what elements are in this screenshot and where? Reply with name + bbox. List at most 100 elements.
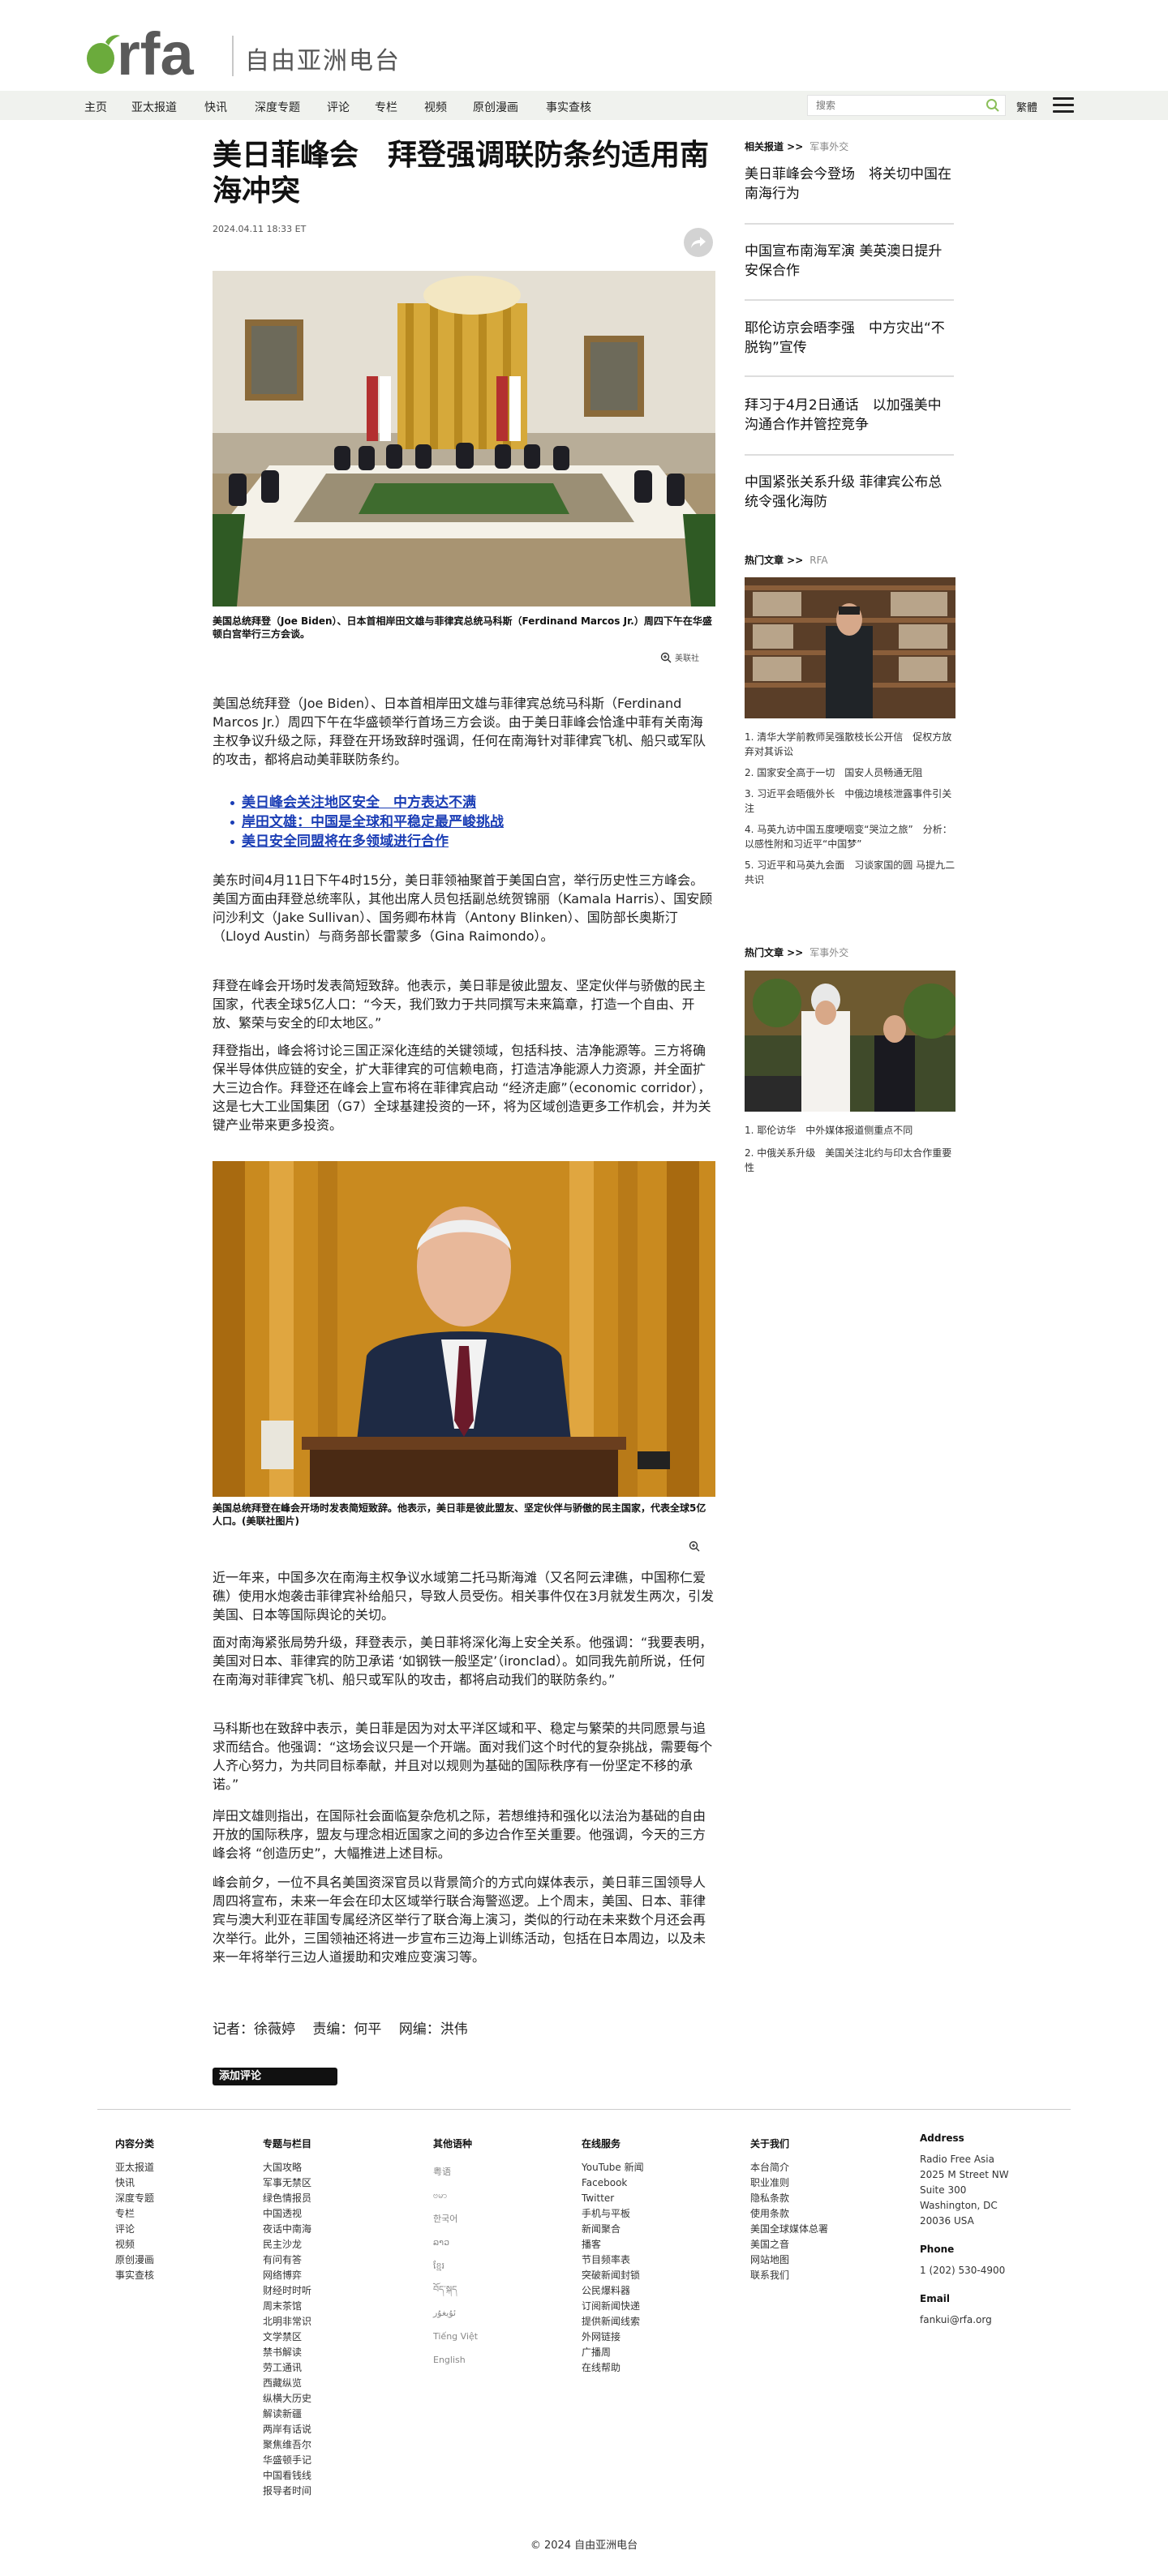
footer-link[interactable]: 提供新闻线索: [582, 2314, 644, 2330]
footer-link[interactable]: 使用条款: [750, 2206, 828, 2222]
search-input[interactable]: [808, 96, 970, 115]
nav-item-news-flash[interactable]: 快讯: [204, 99, 227, 115]
nav-item-cartoons[interactable]: 原创漫画: [473, 99, 518, 115]
footer-link[interactable]: 民主沙龙: [263, 2237, 311, 2252]
footer-link[interactable]: 美国全球媒体总署: [750, 2222, 828, 2237]
footer-link[interactable]: 外网链接: [582, 2330, 644, 2345]
hamburger-menu-icon[interactable]: [1053, 97, 1074, 114]
sidebar-related-item[interactable]: 中国紧张关系升级 菲律宾公布总统令强化海防: [745, 473, 954, 512]
sidebar-related-item[interactable]: 中国宣布南海军演 美英澳日提升安保合作: [745, 242, 954, 281]
footer-link[interactable]: 聚焦维吾尔: [263, 2437, 311, 2453]
footer-link[interactable]: 原创漫画: [115, 2252, 154, 2268]
search-icon[interactable]: [986, 98, 1000, 113]
footer-link[interactable]: YouTube 新闻: [582, 2160, 644, 2175]
nav-item-video[interactable]: 视频: [424, 99, 447, 115]
footer-link[interactable]: 亚太报道: [115, 2160, 154, 2175]
footer-link[interactable]: 周末茶馆: [263, 2299, 311, 2314]
sidebar-hot2-heading[interactable]: 热门文章 >> 军事外交: [745, 945, 848, 959]
footer-link[interactable]: 公民爆料器: [582, 2283, 644, 2299]
rfa-logo[interactable]: rfa: [84, 20, 222, 88]
footer-link[interactable]: 视频: [115, 2237, 154, 2252]
footer-language-link[interactable]: 粤语: [433, 2160, 478, 2184]
sidebar-related-item[interactable]: 美日菲峰会今登场 将关切中国在南海行为: [745, 165, 954, 204]
sidebar-related-category[interactable]: 军事外交: [809, 141, 848, 152]
nav-item-fact-check[interactable]: 事实查核: [546, 99, 591, 115]
sidebar-hot-item[interactable]: 1. 清华大学前教师吴强散枝长公开信 促权方放弃对其诉讼: [745, 730, 957, 759]
sidebar-related-heading[interactable]: 相关报道 >> 军事外交: [745, 139, 848, 153]
nav-item-asia-pacific[interactable]: 亚太报道: [131, 99, 177, 115]
nav-item-columns[interactable]: 专栏: [375, 99, 397, 115]
footer-link[interactable]: 两岸有话说: [263, 2422, 311, 2437]
footer-link[interactable]: 夜话中南海: [263, 2222, 311, 2237]
footer-link[interactable]: 评论: [115, 2222, 154, 2237]
sidebar-hot1-image[interactable]: [745, 577, 955, 718]
footer-link[interactable]: 禁书解读: [263, 2345, 311, 2360]
footer-link[interactable]: 深度专题: [115, 2191, 154, 2206]
footer-link[interactable]: 事实查核: [115, 2268, 154, 2283]
inline-related-link[interactable]: 美日安全同盟将在多领域进行合作: [230, 832, 712, 851]
footer-language-link[interactable]: བོད་སྐད: [433, 2278, 478, 2301]
footer-link[interactable]: 绿色情报员: [263, 2191, 311, 2206]
footer-link[interactable]: 联系我们: [750, 2268, 828, 2283]
sidebar-hot1-heading[interactable]: 热门文章 >> RFA: [745, 553, 828, 567]
footer-link[interactable]: 快讯: [115, 2175, 154, 2191]
footer-phone[interactable]: 1 (202) 530-4900: [920, 2263, 1009, 2278]
sidebar-hot-item[interactable]: 2. 中俄关系升级 美国关注北约与印太合作重要性: [745, 1146, 957, 1175]
footer-language-link[interactable]: ဗမာ: [433, 2184, 478, 2207]
lang-toggle-traditional[interactable]: 繁體: [1016, 99, 1037, 114]
footer-link[interactable]: 财经时时听: [263, 2283, 311, 2299]
nav-item-commentary[interactable]: 评论: [327, 99, 350, 115]
footer-link[interactable]: 劳工通讯: [263, 2360, 311, 2376]
footer-language-link[interactable]: Tiếng Việt: [433, 2325, 478, 2348]
footer-language-link[interactable]: ئۇيغۇر: [433, 2301, 478, 2325]
sidebar-hot-item[interactable]: 4. 马英九访中国五度哽咽变“哭泣之旅” 分析：以感性附和习近平“中国梦”: [745, 822, 957, 851]
sidebar-hot2-category[interactable]: 军事外交: [809, 947, 848, 958]
inline-related-link[interactable]: 岸田文雄：中国是全球和平稳定最严峻挑战: [230, 812, 712, 832]
footer-link[interactable]: 突破新闻封锁: [582, 2268, 644, 2283]
footer-language-link[interactable]: English: [433, 2348, 478, 2372]
footer-link[interactable]: 网络博弈: [263, 2268, 311, 2283]
footer-link[interactable]: 解读新疆: [263, 2407, 311, 2422]
footer-link[interactable]: 美国之音: [750, 2237, 828, 2252]
nav-item-in-depth[interactable]: 深度专题: [255, 99, 300, 115]
footer-language-link[interactable]: ລາວ: [433, 2231, 478, 2254]
sidebar-related-item[interactable]: 拜习于4月2日通话 以加强美中沟通合作并管控竞争: [745, 396, 954, 435]
footer-link[interactable]: 大国攻略: [263, 2160, 311, 2175]
sidebar-hot-item[interactable]: 5. 习近平和马英九会面 习谈家国的圆 马提九二共识: [745, 858, 957, 887]
inline-related-link[interactable]: 美日峰会关注地区安全 中方表达不满: [230, 793, 712, 812]
footer-language-link[interactable]: 한국어: [433, 2207, 478, 2231]
share-icon[interactable]: [684, 228, 713, 257]
sidebar-hot-item[interactable]: 3. 习近平会晤俄外长 中俄边境核泄露事件引关注: [745, 787, 957, 816]
footer-link[interactable]: 职业准则: [750, 2175, 828, 2191]
footer-link[interactable]: 北明非常识: [263, 2314, 311, 2330]
footer-link[interactable]: 隐私条款: [750, 2191, 828, 2206]
footer-link[interactable]: 网站地图: [750, 2252, 828, 2268]
article-photo-summit[interactable]: [213, 271, 715, 606]
footer-link[interactable]: 中国透视: [263, 2206, 311, 2222]
article-photo-biden[interactable]: [213, 1161, 715, 1497]
footer-language-link[interactable]: ខ្មែរ: [433, 2254, 478, 2278]
footer-link[interactable]: 新闻聚合: [582, 2222, 644, 2237]
sidebar-hot-item[interactable]: 1. 耶伦访华 中外媒体报道侧重点不同: [745, 1123, 957, 1138]
footer-link[interactable]: 文学禁区: [263, 2330, 311, 2345]
footer-link[interactable]: 中国看钱线: [263, 2468, 311, 2484]
footer-link[interactable]: 西藏纵览: [263, 2376, 311, 2391]
sidebar-hot2-image[interactable]: [745, 971, 955, 1112]
footer-link[interactable]: 有问有答: [263, 2252, 311, 2268]
footer-link[interactable]: 本台简介: [750, 2160, 828, 2175]
footer-link[interactable]: 手机与平板: [582, 2206, 644, 2222]
footer-link[interactable]: Twitter: [582, 2191, 644, 2206]
nav-item-home[interactable]: 主页: [84, 99, 107, 115]
footer-link[interactable]: 报导者时间: [263, 2484, 311, 2499]
add-comment-button[interactable]: 添加评论: [213, 2068, 337, 2085]
photo-summit-zoom[interactable]: 美联社: [660, 651, 699, 663]
sidebar-related-item[interactable]: 耶伦访京会晤李强 中方灾出“不脱钩”宣传: [745, 319, 954, 358]
footer-link[interactable]: 专栏: [115, 2206, 154, 2222]
footer-link[interactable]: 军事无禁区: [263, 2175, 311, 2191]
footer-link[interactable]: 订阅新闻快递: [582, 2299, 644, 2314]
footer-link[interactable]: 播客: [582, 2237, 644, 2252]
footer-link[interactable]: 华盛顿手记: [263, 2453, 311, 2468]
footer-link[interactable]: 在线帮助: [582, 2360, 644, 2376]
footer-link[interactable]: 节目频率表: [582, 2252, 644, 2268]
photo-biden-zoom[interactable]: [689, 1541, 700, 1552]
